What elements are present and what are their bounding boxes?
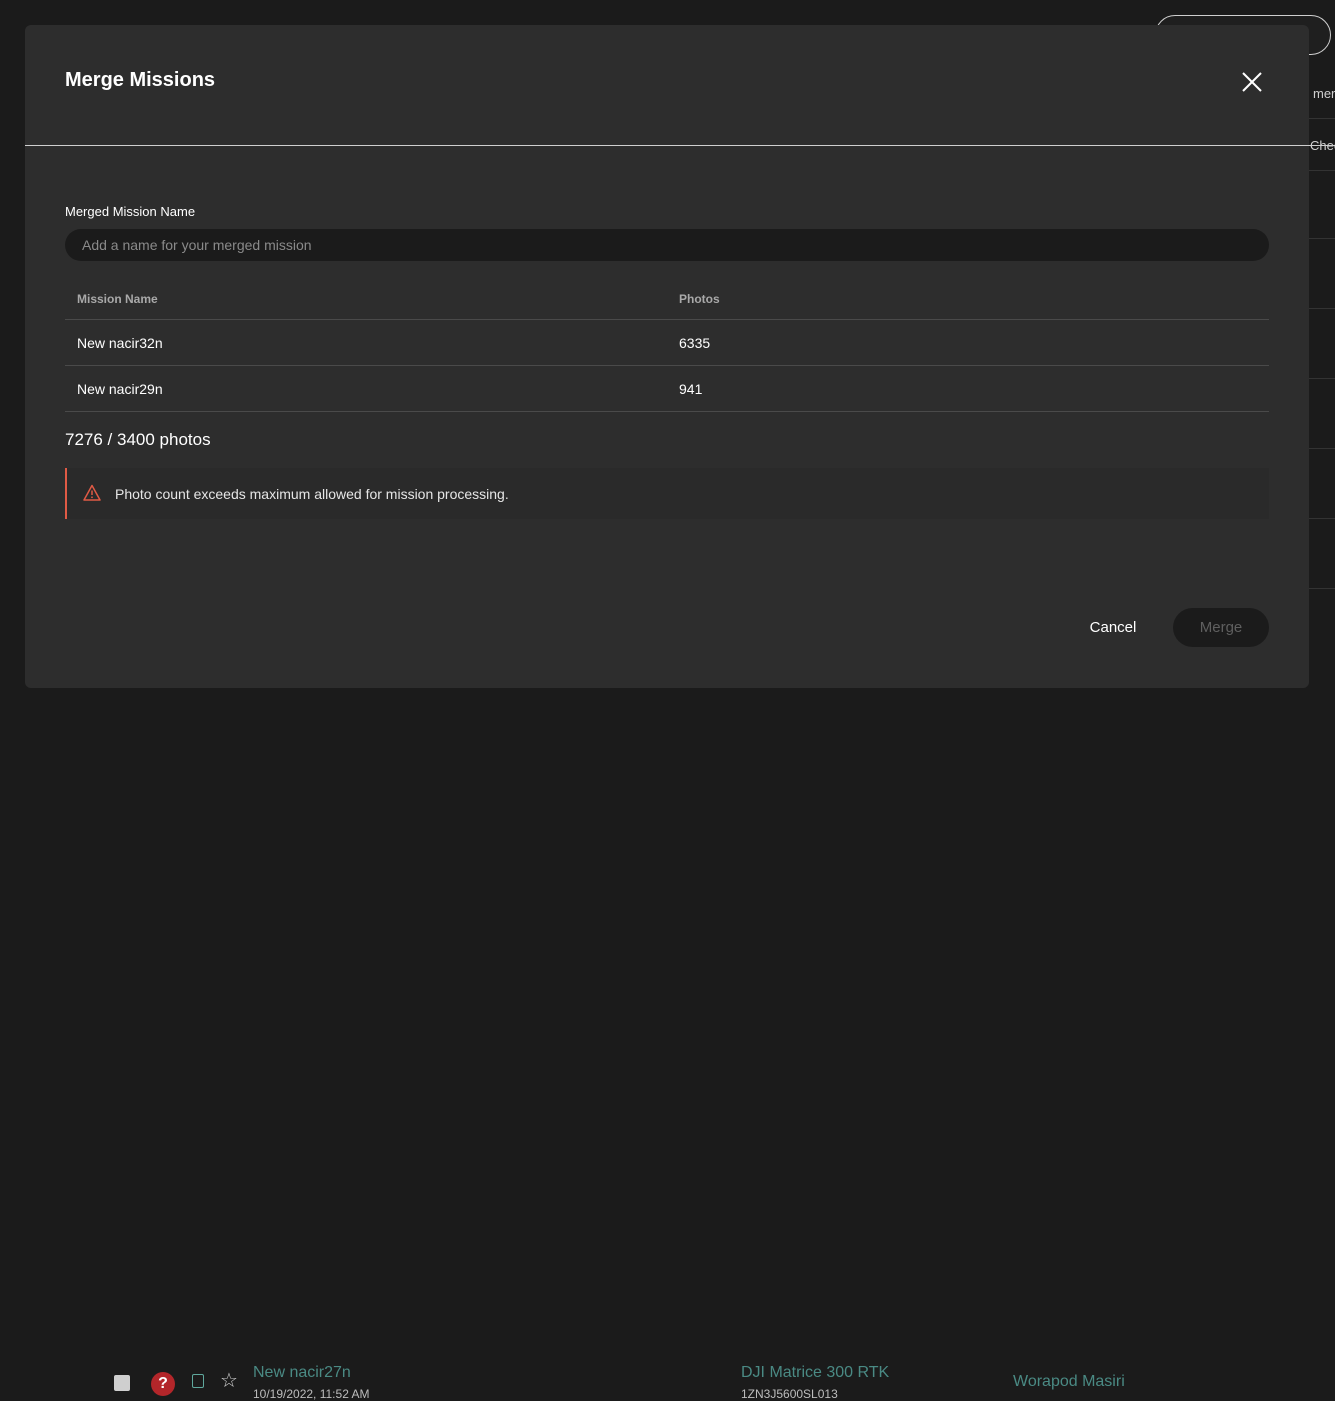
- background-divider: [1309, 118, 1335, 119]
- table-header: Mission Name Photos: [65, 280, 1269, 320]
- mission-date: 10/19/2022, 11:52 AM: [253, 1387, 370, 1401]
- column-header-mission-name: Mission Name: [77, 292, 158, 306]
- photo-limit-alert: Photo count exceeds maximum allowed for …: [65, 468, 1269, 519]
- copy-icon[interactable]: [192, 1374, 204, 1388]
- background-divider: [1309, 518, 1335, 519]
- column-header-photos: Photos: [679, 292, 720, 306]
- background-divider: [1309, 308, 1335, 309]
- help-status-icon: ?: [151, 1372, 175, 1396]
- missions-table: Mission Name Photos New nacir32n 6335 Ne…: [65, 280, 1269, 412]
- photo-count-summary: 7276 / 3400 photos: [65, 430, 211, 449]
- table-row: New nacir29n 941: [65, 366, 1269, 412]
- warning-icon: [83, 484, 101, 502]
- star-icon[interactable]: ☆: [220, 1368, 238, 1393]
- header-divider: [25, 145, 1335, 146]
- background-divider: [1309, 170, 1335, 171]
- mission-name-cell: New nacir29n: [77, 381, 163, 397]
- owner-link[interactable]: Worapod Masiri: [1013, 1373, 1125, 1391]
- row-checkbox[interactable]: [114, 1375, 130, 1391]
- mission-name-cell: New nacir32n: [77, 335, 163, 351]
- mission-name-link[interactable]: New nacir27n: [253, 1364, 351, 1382]
- background-divider: [1309, 448, 1335, 449]
- cancel-button[interactable]: Cancel: [1075, 608, 1151, 646]
- dialog-title: Merge Missions: [65, 69, 216, 91]
- background-mission-row: ? ☆ New nacir27n 10/19/2022, 11:52 AM DJ…: [0, 688, 1335, 1401]
- merge-button[interactable]: Merge: [1173, 608, 1269, 647]
- photos-cell: 941: [679, 381, 703, 397]
- merged-mission-name-input[interactable]: [65, 229, 1269, 261]
- photos-cell: 6335: [679, 335, 711, 351]
- drone-serial: 1ZN3J5600SL013: [741, 1387, 838, 1401]
- close-icon[interactable]: [1237, 67, 1267, 97]
- drone-name: DJI Matrice 300 RTK: [741, 1364, 890, 1381]
- alert-message: Photo count exceeds maximum allowed for …: [115, 486, 509, 502]
- merged-mission-name-label: Merged Mission Name: [65, 204, 196, 219]
- background-divider: [1309, 378, 1335, 379]
- table-row: New nacir32n 6335: [65, 320, 1269, 366]
- background-text-1: mer: [1313, 86, 1335, 101]
- background-divider: [1309, 588, 1335, 589]
- merge-missions-dialog: Merge Missions Merged Mission Name Missi…: [25, 25, 1335, 688]
- background-divider: [1309, 238, 1335, 239]
